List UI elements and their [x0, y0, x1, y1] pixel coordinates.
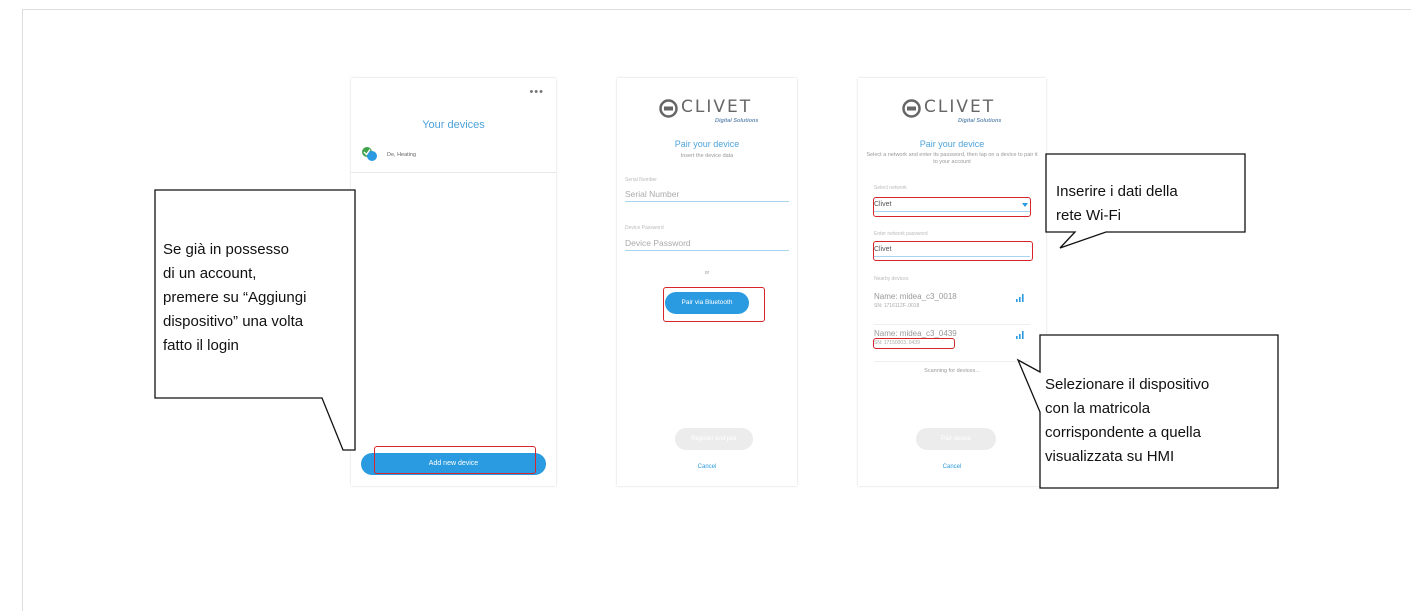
- callout-select-text: Selezionare il dispositivo con la matric…: [1045, 376, 1210, 465]
- callout-wifi-text: Inserire i dati della rete Wi-Fi: [1056, 183, 1178, 224]
- callout-login-text: Se già in possesso di un account, premer…: [163, 241, 307, 354]
